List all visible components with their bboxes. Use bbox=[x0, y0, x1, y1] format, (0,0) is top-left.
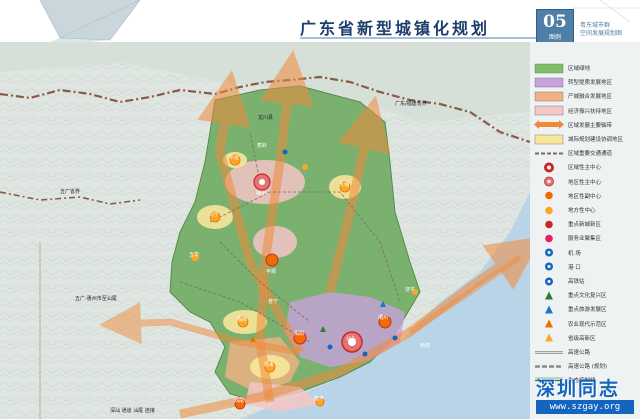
legend-label: 转型提质发展地区 bbox=[568, 80, 613, 87]
map-area[interactable]: 龙川县 广东/福建省界 五广省界 五广-惠州市至汕尾 深汕 通道 汕尾 连接 平… bbox=[0, 42, 530, 419]
dashed-line-icon bbox=[534, 148, 564, 159]
legend-item: 城际规划建设协调地区 bbox=[534, 133, 623, 145]
city-label-nanao: 南澳 bbox=[420, 343, 431, 349]
legend-label: 地方性中心 bbox=[568, 208, 596, 214]
watermark-title: 深圳同志 bbox=[536, 378, 621, 400]
city-label-meizhou: 梅州 bbox=[256, 191, 267, 197]
legend-label: 机 场 bbox=[568, 250, 581, 257]
city-label-shantou: 汕头 bbox=[346, 336, 357, 342]
pink-fill-icon bbox=[534, 105, 564, 116]
west-border-label: 五广省界 bbox=[60, 189, 81, 195]
legend-item: 重点新城新区 bbox=[534, 218, 601, 230]
legend-item: 区域性主中心 bbox=[534, 161, 601, 173]
orange-dot-icon bbox=[534, 190, 564, 201]
legend-item: 经济振兴扶持地区 bbox=[534, 105, 612, 117]
page-title: 广东省新型城镇化规划 bbox=[300, 19, 491, 38]
southwest-link-label: 五广-惠州市至汕尾 bbox=[75, 296, 117, 302]
airport-icon bbox=[534, 247, 564, 258]
legend-item: 地区性主中心 bbox=[534, 176, 601, 188]
legend-label: 港 口 bbox=[568, 264, 581, 271]
city-label-jiexi: 揭西 bbox=[237, 317, 248, 323]
legend-item: 转型提质发展地区 bbox=[534, 76, 612, 88]
bottom-link-label: 深汕 通道 汕尾 连接 bbox=[110, 408, 155, 414]
map-subtitle: 粤东城市群 空间发展规划图 bbox=[580, 22, 638, 38]
yellow-dot-icon bbox=[534, 205, 564, 216]
legend-item: 港 口 bbox=[534, 261, 581, 273]
double-arrow-icon bbox=[534, 119, 564, 130]
watermark-url: www.szgay.org bbox=[536, 400, 634, 414]
red-dot-icon bbox=[534, 219, 564, 230]
legend-label: 重点新城新区 bbox=[568, 222, 602, 229]
legend-label: 农业现代示范区 bbox=[568, 321, 607, 328]
city-label-wuhua: 五华 bbox=[189, 252, 200, 258]
red-ring-icon bbox=[534, 162, 564, 173]
triangle-blue-icon bbox=[534, 304, 564, 315]
city-label-raoping: 饶平 bbox=[405, 287, 416, 293]
triangle-green-icon bbox=[534, 290, 564, 301]
legend-label: 区域发展主要轴带 bbox=[568, 122, 613, 129]
city-label-huilai: 惠来 bbox=[264, 362, 275, 368]
triangle-orange-icon bbox=[534, 318, 564, 329]
city-label-puning: 普宁 bbox=[268, 299, 279, 305]
purple-fill-icon bbox=[534, 77, 564, 88]
subtitle-line-2: 空间发展规划图 bbox=[580, 30, 623, 37]
legend-label: 区域重要交通通道 bbox=[568, 151, 613, 158]
legend-item: 重点旅游发展区 bbox=[534, 303, 607, 315]
legend-item: 区域绿地 bbox=[534, 62, 590, 74]
legend-label: 地区性主中心 bbox=[568, 179, 602, 186]
legend-item: 地区性副中心 bbox=[534, 190, 601, 202]
legend-label: 高铁站 bbox=[568, 279, 585, 285]
legend-label: 经济振兴扶持地区 bbox=[568, 108, 613, 115]
legend-label: 省级高新区 bbox=[568, 335, 596, 342]
city-label-fengshun: 丰顺 bbox=[266, 269, 277, 275]
legend-label: 重点文化复兴区 bbox=[568, 293, 607, 300]
pink-dot-icon bbox=[534, 233, 564, 244]
legend-item: 区域发展主要轴带 bbox=[534, 119, 612, 131]
legend-item: 区域重要交通通道 bbox=[534, 147, 612, 159]
northeast-border-label: 广东/福建省界 bbox=[395, 101, 427, 107]
line-highway-icon bbox=[534, 347, 564, 358]
legend-label: 城际规划建设协调地区 bbox=[568, 137, 624, 143]
city-label-chaozhou: 潮州 bbox=[378, 315, 389, 321]
legend-item: 机 场 bbox=[534, 247, 581, 259]
yellow-fill-icon bbox=[534, 134, 564, 145]
chapter-number: 05 bbox=[543, 12, 567, 32]
legend-label: 高速公路 (规划) bbox=[568, 364, 608, 371]
chapter-sub: 图例 bbox=[548, 34, 561, 41]
rail-icon bbox=[534, 276, 564, 287]
legend-item: 高速公路 bbox=[534, 346, 590, 358]
fengshun-cluster bbox=[253, 226, 297, 258]
legend-item: 重点文化复兴区 bbox=[534, 289, 607, 301]
green-fill-icon bbox=[534, 63, 564, 74]
legend-item: 高铁站 bbox=[534, 275, 585, 287]
city-label-shanwei: 汕尾 bbox=[234, 398, 245, 404]
legend-label: 区域性主中心 bbox=[568, 165, 602, 172]
legend-label: 重点旅游发展区 bbox=[568, 307, 607, 314]
watermark: 深圳同志 www.szgay.org bbox=[530, 370, 640, 419]
legend-item: 地方性中心 bbox=[534, 204, 596, 216]
triangle-yellow-icon bbox=[534, 332, 564, 343]
legend-label: 服务业聚集区 bbox=[568, 236, 602, 243]
legend-label: 区域绿地 bbox=[568, 66, 591, 72]
city-label-jieyang: 揭阳 bbox=[294, 331, 305, 337]
city-label-pingyuan: 平远 bbox=[229, 155, 240, 161]
map-legend: 区域绿地转型提质发展地区 产城融合发展地区 经济振兴扶持地区 区域发展主要轴带城际规划… bbox=[530, 42, 640, 419]
city-label-dabu: 大埔 bbox=[339, 182, 350, 188]
subtitle-line-1: 粤东城市群 bbox=[580, 22, 611, 29]
orange-ring-icon bbox=[534, 176, 564, 187]
legend-label: 地区性副中心 bbox=[568, 193, 602, 200]
port-icon bbox=[534, 261, 564, 272]
legend-item: 省级高新区 bbox=[534, 332, 596, 344]
city-label-xingning: 兴宁 bbox=[209, 212, 220, 218]
north-town-label: 龙川县 bbox=[258, 115, 274, 121]
legend-label: 高速公路 bbox=[568, 350, 591, 356]
city-label-jiaoling: 蕉岭 bbox=[257, 143, 268, 149]
header-bar: 广东省新型城镇化规划 05 图例 粤东城市群 空间发展规划图 bbox=[0, 0, 640, 47]
legend-item: 农业现代示范区 bbox=[534, 318, 607, 330]
legend-item: 产城融合发展地区 bbox=[534, 90, 612, 102]
city-label-lufeng: 陆丰 bbox=[314, 396, 325, 402]
legend-label: 产城融合发展地区 bbox=[568, 94, 613, 101]
legend-item: 服务业聚集区 bbox=[534, 232, 601, 244]
orange-fill-icon bbox=[534, 91, 564, 102]
